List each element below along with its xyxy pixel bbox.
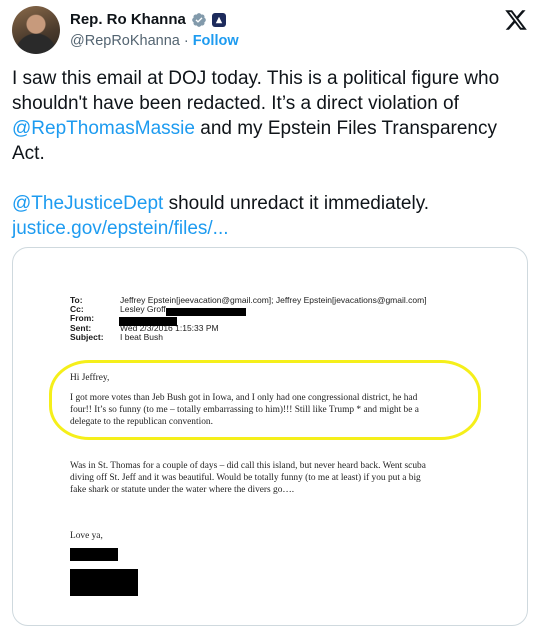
separator-dot: ·	[183, 33, 189, 49]
redaction-bar-cc	[166, 308, 246, 316]
subject-label: Subject:	[70, 331, 104, 342]
mention-link[interactable]: @RepThomasMassie	[12, 118, 195, 139]
email-para2-line3: fake shark or statute under the water wh…	[70, 485, 295, 495]
subject-value: I beat Bush	[120, 331, 164, 342]
email-para1-line1: I got more votes than Jeb Bush got in Io…	[70, 393, 418, 403]
email-closing: Love ya,	[70, 531, 103, 541]
email-para2-line2: diving off St. Jeff and it was beautiful…	[70, 473, 421, 483]
redaction-bar-signature-1	[70, 548, 118, 561]
follow-button[interactable]: Follow	[193, 33, 239, 49]
email-greeting: Hi Jeffrey,	[70, 373, 110, 383]
email-para1-line3: delegate to the republican convention.	[70, 417, 213, 427]
verified-badge-icon	[192, 12, 206, 27]
author-name-row: Rep. Ro Khanna	[70, 11, 226, 28]
author-handle[interactable]: @RepRoKhanna	[70, 33, 180, 49]
media-attachment[interactable]: To: Jeffrey Epstein[jeevacation@gmail.com…	[12, 247, 528, 626]
email-document-image: To: Jeffrey Epstein[jeevacation@gmail.com…	[13, 248, 527, 625]
tweet-paragraph-2: @TheJusticeDept should unredact it immed…	[12, 191, 528, 241]
email-para1-line2: four!! It’s so funny (to me – totally em…	[70, 405, 419, 415]
tweet-header: Rep. Ro Khanna @RepRoKhanna · Follow	[12, 6, 528, 56]
handle-row: @RepRoKhanna · Follow	[70, 33, 239, 49]
cc-value: Lesley Groff	[120, 304, 166, 315]
redaction-bar-signature-2	[70, 569, 138, 596]
mention-link[interactable]: @TheJusticeDept	[12, 193, 163, 214]
avatar[interactable]	[12, 6, 60, 54]
tweet-text-segment: I saw this email at DOJ today. This is a…	[12, 68, 500, 114]
tweet-paragraph-1: I saw this email at DOJ today. This is a…	[12, 66, 528, 166]
tweet-text-segment: should unredact it immediately.	[163, 193, 430, 214]
tweet-text: I saw this email at DOJ today. This is a…	[12, 66, 528, 266]
email-para2-line1: Was in St. Thomas for a couple of days –…	[70, 461, 426, 471]
url-link[interactable]: justice.gov/epstein/files/...	[12, 218, 229, 239]
x-logo-icon[interactable]	[504, 8, 528, 32]
author-name[interactable]: Rep. Ro Khanna	[70, 11, 186, 28]
government-badge-icon	[211, 12, 226, 27]
redaction-bar-from	[119, 317, 177, 326]
